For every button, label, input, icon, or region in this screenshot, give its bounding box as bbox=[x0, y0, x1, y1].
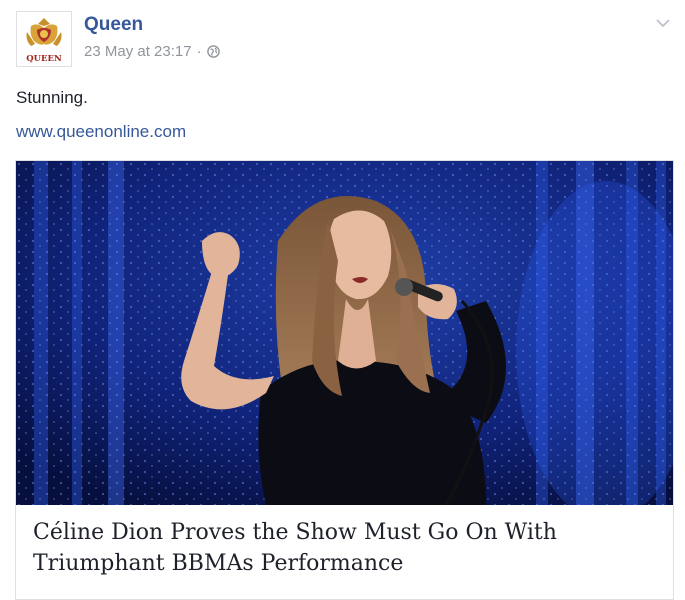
chevron-down-icon[interactable] bbox=[655, 16, 671, 28]
attachment-title[interactable]: Céline Dion Proves the Show Must Go On W… bbox=[33, 517, 653, 579]
globe-icon[interactable] bbox=[206, 45, 220, 58]
facebook-post: QUEEN Queen 23 May at 23:17 · Stunning. … bbox=[0, 0, 685, 600]
attachment-image[interactable] bbox=[16, 161, 673, 505]
page-name-link[interactable]: Queen bbox=[84, 14, 143, 36]
post-link[interactable]: www.queenonline.com bbox=[16, 122, 186, 142]
page-avatar[interactable]: QUEEN bbox=[16, 11, 72, 67]
link-attachment-card[interactable]: Céline Dion Proves the Show Must Go On W… bbox=[15, 160, 674, 600]
post-text: Stunning. bbox=[16, 88, 88, 107]
post-meta: 23 May at 23:17 · bbox=[84, 43, 220, 60]
logo-wordmark: QUEEN bbox=[26, 54, 62, 64]
meta-separator: · bbox=[196, 43, 202, 60]
post-timestamp[interactable]: 23 May at 23:17 bbox=[84, 43, 192, 60]
